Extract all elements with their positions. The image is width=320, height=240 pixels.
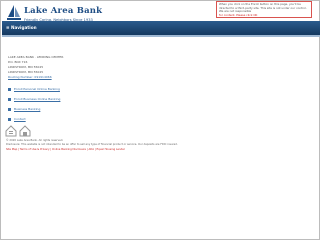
bullet-icon [8,88,11,91]
contact-link[interactable]: Contact [14,117,26,121]
enroll-business-link[interactable]: Enroll Business Online Banking [14,97,60,101]
footer-links[interactable]: Site Map | Terms of Use & Privacy | Onli… [6,148,125,151]
routing-number-link[interactable]: Routing Number: 091914066 [8,75,308,80]
notice-link[interactable]: for content. Please click OK [219,13,309,18]
third-party-notice: When you click on the Enroll button on t… [216,1,312,18]
address-block: LAKE AREA BANK · LENDING CENTER P.O. BOX… [8,55,308,80]
bullet-icon [8,108,11,111]
navigation-toggle[interactable]: ≡ Navigation [6,25,37,30]
sailboat-icon [7,5,21,20]
navigation-bar[interactable]: ≡ Navigation [2,21,320,35]
page-frame: Lake Area Bank Friendly Caring. Neighbor… [0,0,320,240]
bullet-icon [8,98,11,101]
bank-name: Lake Area Bank [24,6,103,16]
copyright-text: © 2020 Lake Area Bank. All rights reserv… [6,139,64,142]
business-banking-link[interactable]: Business Banking [14,107,40,111]
navbar-divider [2,35,320,37]
enroll-personal-link[interactable]: Enroll Personal Online Banking [14,87,60,91]
equal-housing-lender-icon [5,125,31,137]
bullet-icon [8,118,11,121]
disclaimer-text: Disclosure: This website is not intended… [6,143,178,146]
